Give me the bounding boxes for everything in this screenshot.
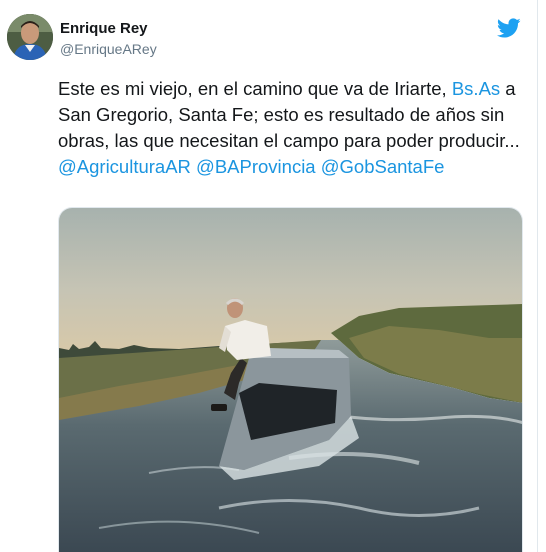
mention-link[interactable]: @GobSantaFe (321, 156, 445, 177)
avatar[interactable] (7, 14, 53, 60)
tweet-text-segment: Este es mi viejo, en el camino que va de… (58, 78, 452, 99)
hashtag-link[interactable]: Bs.As (452, 78, 500, 99)
tweet-text: Este es mi viejo, en el camino que va de… (58, 76, 528, 180)
author-name[interactable]: Enrique Rey (60, 20, 148, 37)
tweet-card: Enrique Rey @EnriqueARey Este es mi viej… (0, 0, 538, 552)
author-handle[interactable]: @EnriqueARey (60, 41, 157, 57)
twitter-bird-icon[interactable] (496, 16, 521, 40)
avatar-image (7, 14, 53, 60)
mention-link[interactable]: @AgriculturaAR (58, 156, 191, 177)
mention-link[interactable]: @BAProvincia (196, 156, 316, 177)
tweet-photo[interactable] (58, 207, 523, 552)
flooded-road-photo (59, 208, 522, 552)
